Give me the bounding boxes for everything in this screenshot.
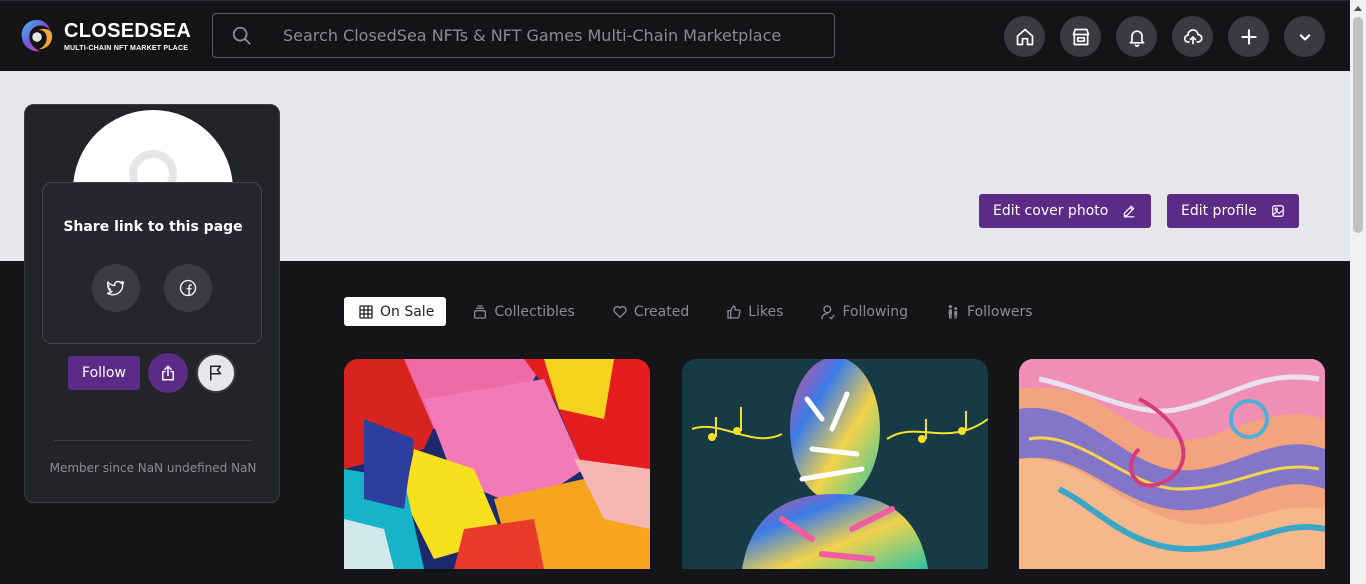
page-scrollbar[interactable] [1350, 0, 1366, 584]
top-nav-bar: CLOSEDSEA MULTI-CHAIN NFT MARKET PLACE [0, 0, 1350, 71]
tab-likes[interactable]: Likes [726, 297, 783, 326]
share-button[interactable] [148, 353, 188, 393]
grid-icon [359, 304, 373, 319]
account-menu-button[interactable] [1284, 16, 1325, 57]
profile-card: Share link to this page Follow Member si… [24, 104, 280, 503]
home-button[interactable] [1004, 16, 1045, 57]
brand-logo[interactable]: CLOSEDSEA MULTI-CHAIN NFT MARKET PLACE [18, 17, 191, 55]
flag-icon [210, 365, 222, 381]
share-facebook-button[interactable] [164, 264, 212, 312]
scroll-thumb[interactable] [1353, 17, 1363, 233]
share-title: Share link to this page [63, 219, 243, 235]
tab-label: On Sale [380, 303, 435, 320]
store-icon [1072, 28, 1089, 45]
brand-tagline: MULTI-CHAIN NFT MARKET PLACE [64, 44, 189, 52]
image-icon [1271, 205, 1284, 217]
nft-card[interactable] [1019, 359, 1325, 569]
people-icon [948, 304, 958, 319]
edit-cover-photo-button[interactable]: Edit cover photo [979, 194, 1151, 228]
upload-button[interactable] [1172, 16, 1213, 57]
bell-icon [1129, 29, 1144, 47]
follow-button[interactable]: Follow [68, 356, 140, 390]
edit-profile-button[interactable]: Edit profile [1167, 194, 1299, 228]
tab-label: Created [633, 303, 690, 320]
tab-label: Collectibles [494, 303, 575, 320]
profile-tabs: On Sale Collectibles Created Likes Follo… [344, 297, 1070, 326]
tab-on-sale[interactable]: On Sale [344, 297, 447, 326]
tab-created[interactable]: Created [612, 297, 689, 326]
brand-name: CLOSEDSEA [64, 19, 192, 42]
brand-wordmark: CLOSEDSEA MULTI-CHAIN NFT MARKET PLACE [64, 21, 191, 52]
swirl-logo-icon [21, 19, 53, 52]
share-popover: Share link to this page [42, 182, 262, 344]
search-input[interactable] [283, 14, 823, 57]
notifications-button[interactable] [1116, 16, 1157, 57]
abstract-paint-image [344, 359, 650, 569]
twitter-icon [107, 280, 125, 296]
share-upload-icon [162, 365, 174, 381]
facebook-icon [179, 279, 197, 297]
nft-card[interactable] [682, 359, 988, 569]
pencil-icon [1124, 205, 1135, 218]
painted-face-music-image [682, 359, 988, 569]
heart-icon [613, 305, 627, 318]
nft-card[interactable] [344, 359, 650, 569]
tab-following[interactable]: Following [820, 297, 908, 326]
search-icon [232, 26, 251, 45]
marbled-swirl-image [1019, 359, 1325, 569]
tab-label: Following [842, 303, 909, 320]
report-button[interactable] [196, 353, 236, 393]
caret-up-icon [1354, 6, 1362, 11]
marketplace-button[interactable] [1060, 16, 1101, 57]
tab-label: Followers [967, 303, 1033, 320]
scroll-up-arrow[interactable] [1350, 0, 1366, 16]
edit-profile-label: Edit profile [1181, 203, 1257, 219]
tab-collectibles[interactable]: Collectibles [472, 297, 575, 326]
create-button[interactable] [1228, 16, 1269, 57]
edit-cover-photo-label: Edit cover photo [993, 203, 1109, 219]
search-box[interactable] [212, 13, 835, 58]
cloud-upload-icon [1183, 28, 1203, 45]
tab-label: Likes [748, 303, 784, 320]
home-icon [1016, 28, 1033, 45]
stack-icon [474, 304, 487, 319]
user-icon [821, 304, 836, 320]
nav-actions [1004, 16, 1340, 57]
card-divider [54, 440, 251, 441]
tab-followers[interactable]: Followers [945, 297, 1033, 326]
share-twitter-button[interactable] [92, 264, 140, 312]
chevron-down-icon [1299, 33, 1310, 41]
plus-icon [1240, 28, 1257, 45]
member-since-text: Member since NaN undefined NaN [49, 461, 257, 475]
thumbs-up-icon [727, 304, 741, 319]
